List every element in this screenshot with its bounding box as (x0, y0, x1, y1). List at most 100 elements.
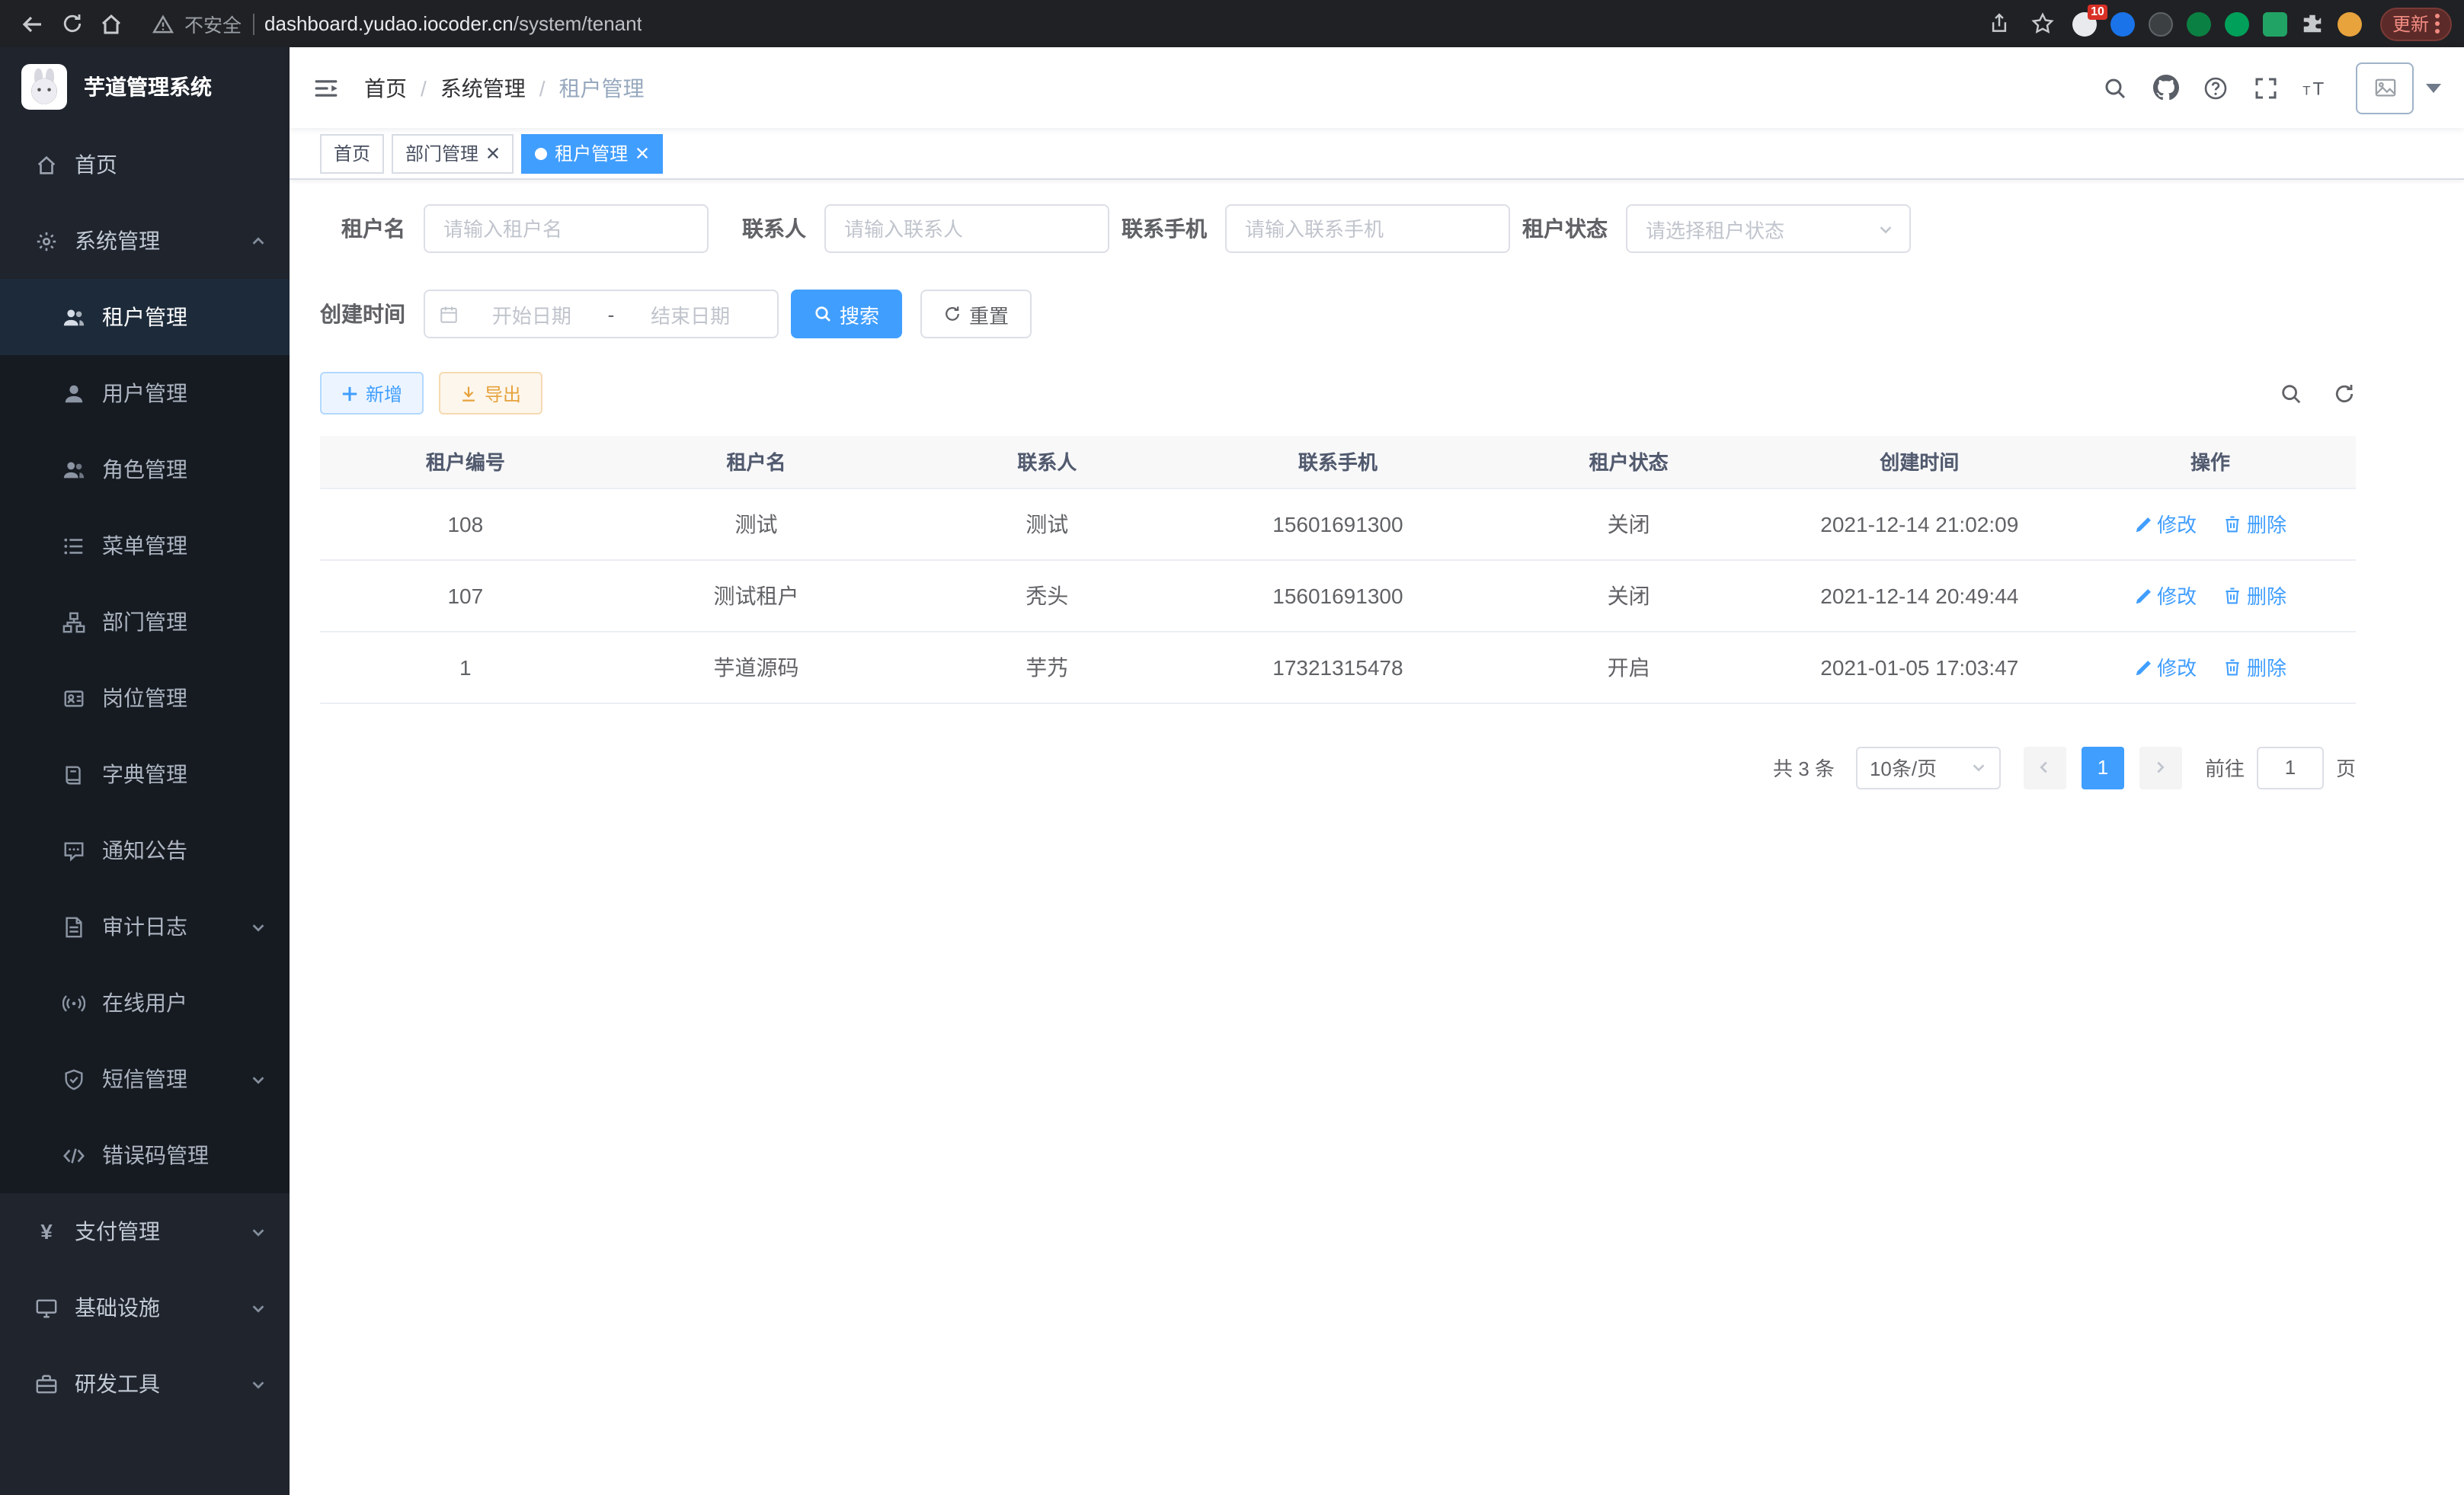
tab-home[interactable]: 首页 (320, 133, 384, 173)
search-button[interactable]: 搜索 (791, 290, 902, 338)
trash-icon (2224, 658, 2242, 676)
extensions-puzzle-icon[interactable] (2301, 12, 2324, 35)
profile-avatar-icon[interactable] (2338, 11, 2362, 36)
sidebar-item-online-users[interactable]: 在线用户 (0, 965, 290, 1041)
search-toggle-icon[interactable] (2280, 382, 2302, 405)
page-size-select[interactable]: 10条/页 (1856, 746, 2001, 789)
breadcrumb-system[interactable]: 系统管理 (440, 72, 526, 103)
sidebar-item-dept[interactable]: 部门管理 (0, 584, 290, 660)
filter-status: 租户状态 请选择租户状态 (1522, 204, 1911, 253)
breadcrumb-current: 租户管理 (559, 72, 645, 103)
tab-tenant[interactable]: 租户管理 (521, 133, 663, 173)
sidebar-item-user[interactable]: 用户管理 (0, 355, 290, 431)
goto-page-input[interactable] (2257, 746, 2324, 789)
edit-link[interactable]: 修改 (2134, 581, 2197, 610)
error-code-icon (61, 1144, 87, 1167)
cell-status: 关闭 (1483, 488, 1774, 559)
edit-link[interactable]: 修改 (2134, 509, 2197, 538)
edit-link[interactable]: 修改 (2134, 652, 2197, 681)
search-icon (814, 305, 832, 323)
cell-status: 关闭 (1483, 559, 1774, 631)
delete-link[interactable]: 删除 (2224, 509, 2286, 538)
reload-icon[interactable] (52, 4, 91, 43)
date-end-placeholder[interactable]: 结束日期 (617, 299, 763, 328)
refresh-icon[interactable] (2333, 382, 2356, 405)
cell-tenant-id: 107 (320, 559, 611, 631)
sidebar-item-home[interactable]: 首页 (0, 126, 290, 203)
add-button-label: 新增 (366, 380, 402, 406)
sidebar-item-label: 菜单管理 (102, 530, 187, 561)
export-button[interactable]: 导出 (439, 372, 542, 415)
edit-pencil-icon (2134, 658, 2152, 676)
add-button[interactable]: 新增 (320, 372, 424, 415)
edit-pencil-icon (2134, 586, 2152, 604)
sidebar-item-menu[interactable]: 菜单管理 (0, 507, 290, 584)
sidebar-item-tenant[interactable]: 租户管理 (0, 279, 290, 355)
dev-tools-icon (34, 1372, 59, 1395)
edit-pencil-icon (2134, 514, 2152, 533)
sidebar-item-system[interactable]: 系统管理 (0, 203, 290, 279)
app-logo[interactable]: 芋道管理系统 (0, 47, 290, 126)
sidebar-item-post[interactable]: 岗位管理 (0, 660, 290, 736)
kebab-menu-icon (2435, 14, 2440, 34)
contact-input[interactable] (824, 204, 1109, 253)
home-icon[interactable] (91, 4, 131, 43)
fullscreen-icon[interactable] (2245, 66, 2287, 109)
extension-blue-icon[interactable] (2110, 11, 2135, 36)
next-page-button[interactable] (2139, 746, 2182, 789)
tenant-name-label: 租户名 (320, 213, 405, 244)
avatar-broken-image-icon[interactable] (2356, 62, 2414, 114)
url-text[interactable]: dashboard.yudao.iocoder.cn/system/tenant (264, 12, 642, 35)
sidebar-item-payment[interactable]: ¥ 支付管理 (0, 1193, 290, 1269)
date-range-picker[interactable]: 开始日期 - 结束日期 (424, 290, 779, 338)
breadcrumb-home[interactable]: 首页 (364, 72, 407, 103)
sidebar-item-dict[interactable]: 字典管理 (0, 736, 290, 812)
contact-label: 联系人 (721, 213, 806, 244)
reset-button[interactable]: 重置 (920, 290, 1032, 338)
extension-green-square-icon[interactable] (2263, 11, 2287, 36)
cell-actions: 修改 删除 (2065, 631, 2356, 703)
app-header: 首页 / 系统管理 / 租户管理 TT (290, 47, 2464, 128)
column-header: 租户状态 (1483, 436, 1774, 488)
github-icon[interactable] (2144, 66, 2187, 109)
sidebar-item-audit-log[interactable]: 审计日志 (0, 888, 290, 965)
browser-update-button[interactable]: 更新 (2380, 7, 2452, 40)
date-start-placeholder[interactable]: 开始日期 (459, 299, 605, 328)
sidebar-item-role[interactable]: 角色管理 (0, 431, 290, 507)
search-icon[interactable] (2094, 66, 2136, 109)
sidebar-item-sms[interactable]: 短信管理 (0, 1041, 290, 1117)
extension-darkgreen-icon[interactable] (2187, 11, 2211, 36)
extension-dark-icon[interactable] (2149, 11, 2173, 36)
status-select[interactable]: 请选择租户状态 (1626, 204, 1911, 253)
phone-label: 联系手机 (1122, 213, 1207, 244)
close-icon[interactable] (635, 146, 649, 160)
page-number-button[interactable]: 1 (2082, 746, 2124, 789)
share-icon[interactable] (1984, 4, 2014, 43)
extension-green-circle-icon[interactable] (2225, 11, 2249, 36)
sidebar-collapse-icon[interactable] (312, 74, 340, 101)
extension-adblock-icon[interactable]: 10 (2072, 11, 2097, 36)
sidebar-item-dev-tools[interactable]: 研发工具 (0, 1346, 290, 1422)
sidebar-item-infra[interactable]: 基础设施 (0, 1269, 290, 1346)
phone-input[interactable] (1225, 204, 1510, 253)
column-header: 租户名 (611, 436, 902, 488)
sidebar-item-notice[interactable]: 通知公告 (0, 812, 290, 888)
breadcrumb: 首页 / 系统管理 / 租户管理 (364, 72, 645, 103)
font-size-icon[interactable]: TT (2295, 66, 2338, 109)
delete-link[interactable]: 删除 (2224, 581, 2286, 610)
cell-tenant-name: 测试租户 (611, 559, 902, 631)
tab-dept[interactable]: 部门管理 (392, 133, 514, 173)
back-icon[interactable] (12, 4, 52, 43)
security-label[interactable]: 不安全 (184, 9, 242, 38)
delete-link[interactable]: 删除 (2224, 652, 2286, 681)
close-icon[interactable] (486, 146, 500, 160)
prev-page-button[interactable] (2024, 746, 2066, 789)
star-icon[interactable] (2028, 4, 2059, 43)
caret-down-icon[interactable] (2426, 83, 2441, 92)
cell-tenant-id: 1 (320, 631, 611, 703)
tenant-name-input[interactable] (424, 204, 709, 253)
address-bar[interactable]: 不安全 dashboard.yudao.iocoder.cn/system/te… (140, 4, 1975, 43)
date-separator: - (605, 303, 618, 325)
help-icon[interactable] (2194, 66, 2237, 109)
sidebar-item-error-code[interactable]: 错误码管理 (0, 1117, 290, 1193)
